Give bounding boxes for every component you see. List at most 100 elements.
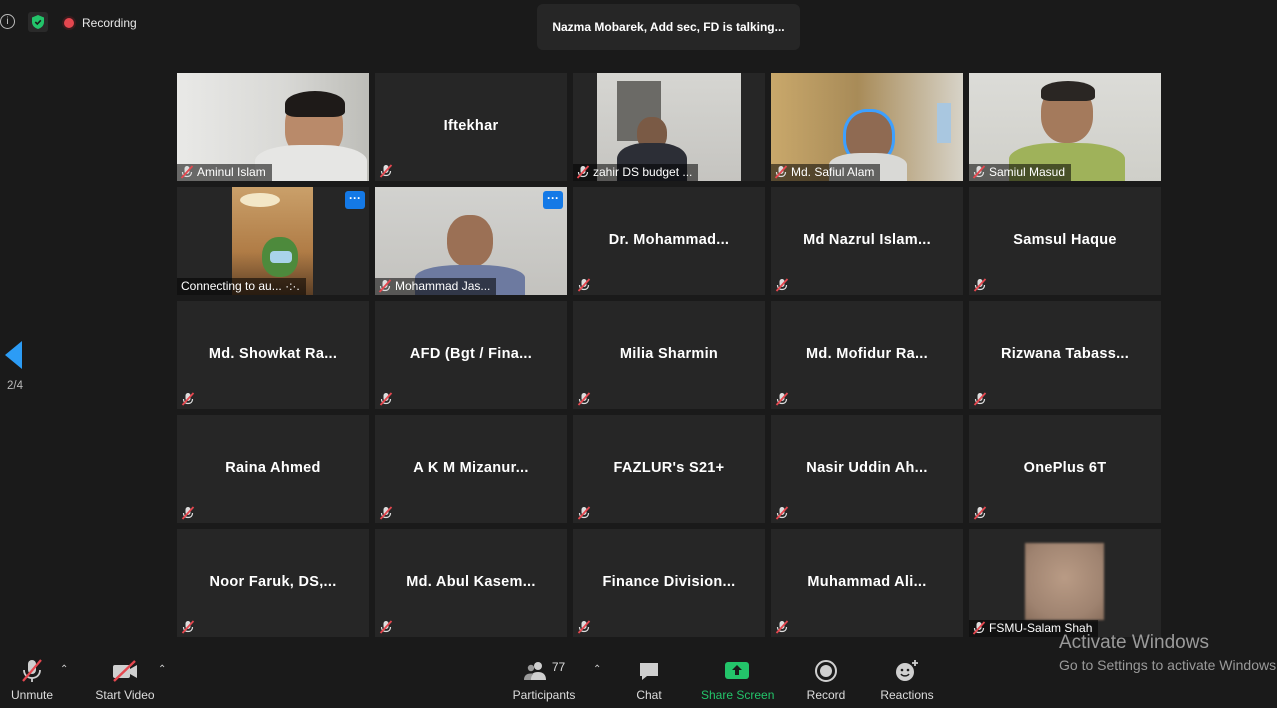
muted-mic-icon xyxy=(379,392,393,406)
more-options-button[interactable]: ··· xyxy=(345,191,365,209)
participant-name: Md. Showkat Ra... xyxy=(208,346,338,362)
unmute-button[interactable]: Unmute xyxy=(8,658,56,702)
participant-tile[interactable]: Md. Mofidur Ra... xyxy=(771,301,963,409)
participant-name-label: Samiul Masud xyxy=(969,164,1072,181)
participant-tile[interactable]: Md. Safiul Alam xyxy=(771,73,963,181)
info-icon[interactable]: i xyxy=(0,14,15,29)
participant-name: Finance Division... xyxy=(602,574,736,590)
participant-name-label: Mohammad Jas... xyxy=(375,278,497,295)
start-video-label: Start Video xyxy=(95,688,155,702)
participant-name: FAZLUR's S21+ xyxy=(613,460,725,476)
participant-name: Connecting to au... ·:·. xyxy=(181,279,300,293)
participant-tile[interactable]: Samsul Haque xyxy=(969,187,1161,295)
muted-mic-icon xyxy=(774,165,788,179)
participant-name: AFD (Bgt / Fina... xyxy=(409,346,533,362)
participant-name: Dr. Mohammad... xyxy=(608,232,730,248)
muted-mic-icon xyxy=(180,165,194,179)
participant-tile[interactable]: Muhammad Ali... xyxy=(771,529,963,637)
participant-tile[interactable]: Samiul Masud xyxy=(969,73,1161,181)
participant-tile[interactable]: Iftekhar xyxy=(375,73,567,181)
record-button[interactable]: Record xyxy=(805,658,847,702)
muted-mic-icon xyxy=(378,279,392,293)
participant-tile[interactable]: FAZLUR's S21+ xyxy=(573,415,765,523)
muted-mic-icon xyxy=(577,620,591,634)
reactions-label: Reactions xyxy=(880,688,934,702)
reactions-smiley-icon xyxy=(879,658,935,684)
chat-bubble-icon xyxy=(632,658,666,684)
muted-mic-icon xyxy=(181,506,195,520)
participants-options-caret-icon[interactable]: ⌃ xyxy=(593,664,601,675)
participant-tile[interactable]: Finance Division... xyxy=(573,529,765,637)
muted-mic-icon xyxy=(379,506,393,520)
participant-tile[interactable]: Connecting to au... ·:·. ··· xyxy=(177,187,369,295)
participants-button[interactable]: 77 Participants xyxy=(511,658,577,702)
participants-count: 77 xyxy=(551,660,566,674)
participants-label: Participants xyxy=(512,688,576,702)
previous-page-arrow-icon[interactable] xyxy=(5,341,22,369)
muted-mic-icon xyxy=(379,620,393,634)
participants-icon xyxy=(523,662,546,680)
participant-tile[interactable]: A K M Mizanur... xyxy=(375,415,567,523)
muted-mic-icon xyxy=(577,278,591,292)
muted-mic-icon xyxy=(577,392,591,406)
participant-name-label: Connecting to au... ·:·. xyxy=(177,278,306,295)
participant-tile[interactable]: OnePlus 6T xyxy=(969,415,1161,523)
participant-name: Md. Mofidur Ra... xyxy=(806,346,928,362)
muted-mic-icon xyxy=(775,278,789,292)
participant-name: Samsul Haque xyxy=(1013,232,1117,248)
participant-tile[interactable]: Noor Faruk, DS,... xyxy=(177,529,369,637)
participant-tile[interactable]: Aminul Islam xyxy=(177,73,369,181)
participant-name-label: zahir DS budget ... xyxy=(573,164,699,181)
video-options-caret-icon[interactable]: ⌃ xyxy=(158,664,166,675)
participant-tile[interactable]: Raina Ahmed xyxy=(177,415,369,523)
participant-name: zahir DS budget ... xyxy=(593,165,693,179)
muted-mic-icon xyxy=(972,621,986,635)
participant-name-label: Aminul Islam xyxy=(177,164,272,181)
muted-mic-icon xyxy=(775,392,789,406)
muted-mic-icon xyxy=(181,392,195,406)
more-options-button[interactable]: ··· xyxy=(543,191,563,209)
participant-tile[interactable]: Mohammad Jas... ··· xyxy=(375,187,567,295)
participant-tile[interactable]: Rizwana Tabass... xyxy=(969,301,1161,409)
watermark-title: Activate Windows xyxy=(1059,632,1209,653)
muted-mic-icon xyxy=(775,620,789,634)
share-screen-button[interactable]: Share Screen xyxy=(701,658,775,702)
participant-tile[interactable]: Dr. Mohammad... xyxy=(573,187,765,295)
recording-label: Recording xyxy=(82,16,137,30)
participant-name: Rizwana Tabass... xyxy=(1000,346,1130,362)
participant-name: Md Nazrul Islam... xyxy=(803,232,931,248)
participant-name: Noor Faruk, DS,... xyxy=(209,574,337,590)
participant-tile[interactable]: AFD (Bgt / Fina... xyxy=(375,301,567,409)
share-screen-label: Share Screen xyxy=(701,688,775,702)
participant-name: OnePlus 6T xyxy=(1023,460,1107,476)
muted-mic-icon xyxy=(379,164,393,178)
participant-name: Mohammad Jas... xyxy=(395,279,491,293)
meeting-topbar: i Recording Nazma Mobarek, Add sec, FD i… xyxy=(0,0,1277,50)
security-shield-icon[interactable] xyxy=(28,12,48,32)
audio-options-caret-icon[interactable]: ⌃ xyxy=(60,664,68,675)
reactions-button[interactable]: Reactions xyxy=(879,658,935,702)
unmute-label: Unmute xyxy=(10,688,54,702)
windows-activation-watermark: Activate Windows Go to Settings to activ… xyxy=(1059,632,1277,673)
muted-mic-icon xyxy=(972,165,986,179)
participant-tile[interactable]: Nasir Uddin Ah... xyxy=(771,415,963,523)
muted-mic-icon xyxy=(577,506,591,520)
participant-tile[interactable]: Md. Abul Kasem... xyxy=(375,529,567,637)
participant-video-feed xyxy=(1025,543,1104,620)
participant-name: Md. Safiul Alam xyxy=(791,165,875,179)
participant-name: Iftekhar xyxy=(443,118,499,134)
participant-tile[interactable]: Md. Showkat Ra... xyxy=(177,301,369,409)
participant-tile[interactable]: FSMU-Salam Shah xyxy=(969,529,1161,637)
record-icon xyxy=(805,658,847,684)
participant-tile[interactable]: zahir DS budget ... xyxy=(573,73,765,181)
chat-button[interactable]: Chat xyxy=(632,658,666,702)
watermark-subtitle: Go to Settings to activate Windows. xyxy=(1059,657,1277,673)
participants-icon-group: 77 xyxy=(511,658,577,684)
page-indicator: 2/4 xyxy=(7,380,23,392)
active-speaker-banner: Nazma Mobarek, Add sec, FD is talking... xyxy=(537,4,800,50)
recording-dot-icon xyxy=(64,18,74,28)
start-video-button[interactable]: Start Video xyxy=(93,658,157,702)
participant-name: Samiul Masud xyxy=(989,165,1066,179)
participant-tile[interactable]: Md Nazrul Islam... xyxy=(771,187,963,295)
participant-tile[interactable]: Milia Sharmin xyxy=(573,301,765,409)
